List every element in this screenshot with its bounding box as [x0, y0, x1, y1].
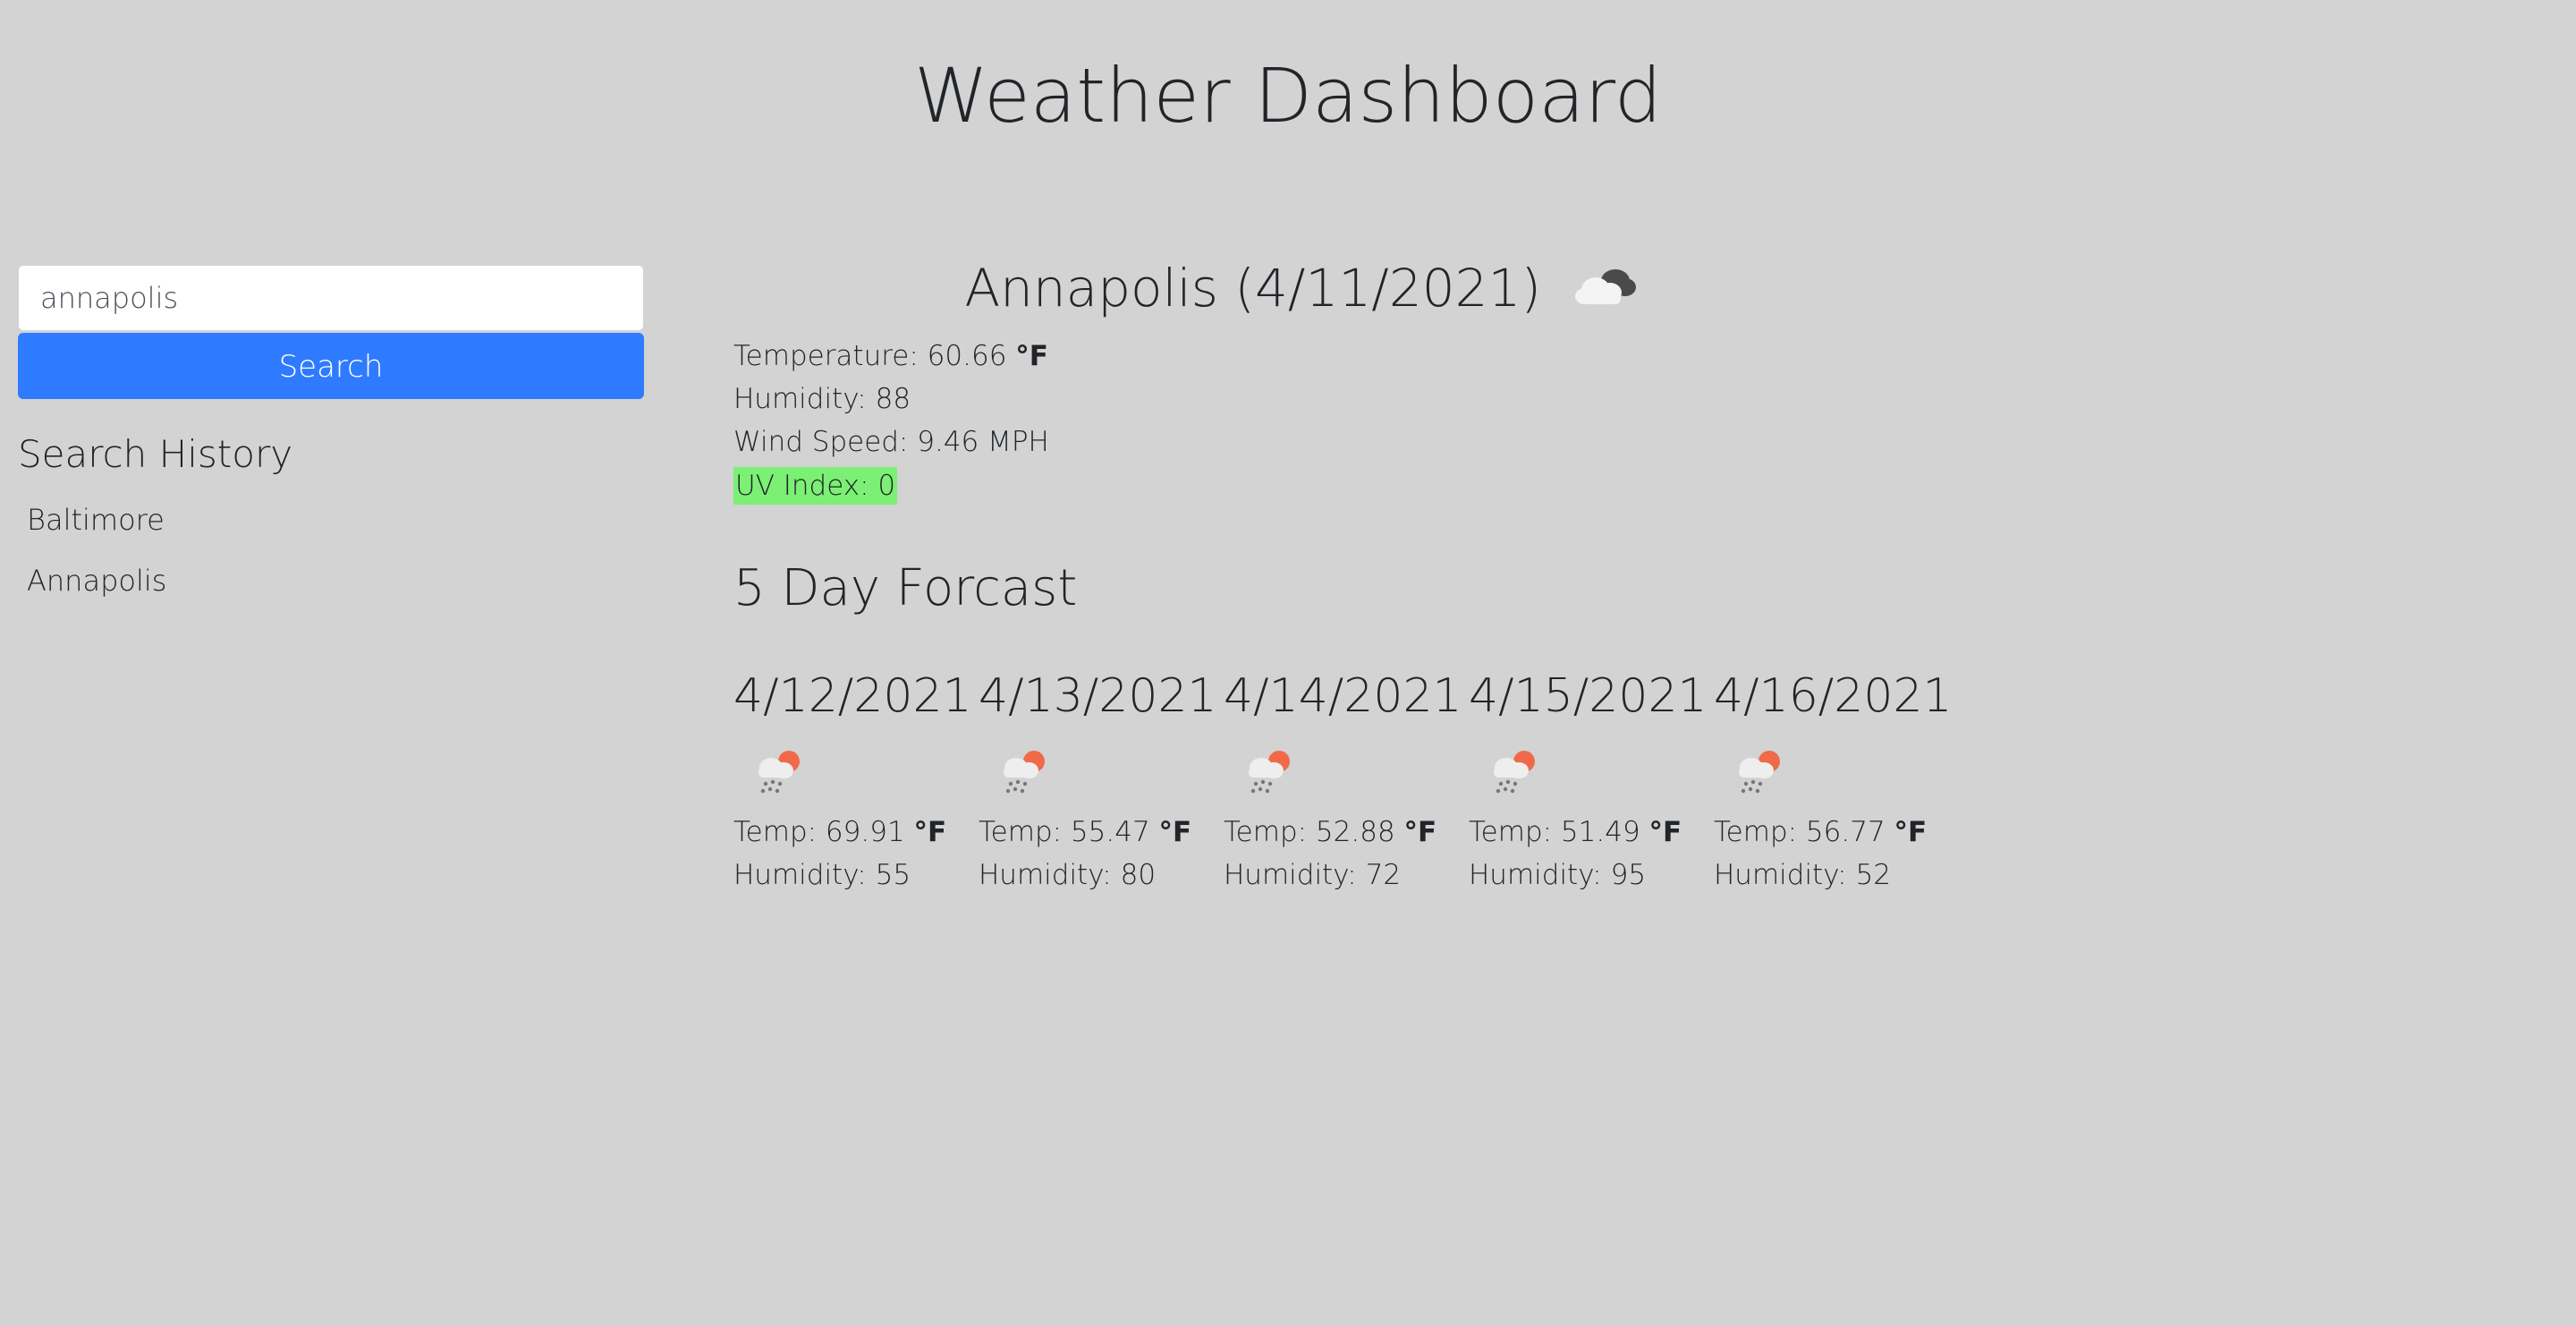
rain-sun-icon: [996, 748, 1224, 802]
forecast-day-card: 4/13/2021 Temp: 55.47 °F Humidity: 80: [979, 664, 1224, 897]
current-weather-heading: Annapolis (4/11/2021): [733, 252, 1869, 327]
sidebar: Search Search History Baltimore Annapoli…: [18, 265, 644, 619]
current-temperature-value: Temperature: 60.66: [733, 340, 1007, 372]
temperature-unit: °F: [1894, 816, 1928, 848]
search-history-item[interactable]: Annapolis: [18, 558, 644, 603]
forecast-date: 4/14/2021: [1224, 669, 1462, 723]
forecast-temp: Temp: 51.49 °F: [1469, 811, 1714, 854]
search-history-title: Search History: [18, 432, 293, 476]
temperature-unit: °F: [1648, 816, 1682, 848]
forecast-day-card: 4/12/2021 Temp: 69.91 °F Humidity: 55: [733, 664, 979, 897]
temperature-unit: °F: [1015, 340, 1048, 372]
forecast-temp: Temp: 69.91 °F: [733, 811, 979, 854]
current-wind-speed: Wind Speed: 9.46 MPH: [733, 426, 1049, 458]
current-temperature: Temperature: 60.66 °F: [733, 335, 1869, 378]
forecast-day-card: 4/15/2021 Temp: 51.49 °F Humidity: 95: [1469, 664, 1714, 897]
forecast-temp-value: Temp: 55.47: [979, 816, 1150, 848]
current-city-date: Annapolis (4/11/2021): [964, 258, 1542, 319]
forecast-title: 5 Day Forcast: [733, 559, 1078, 617]
forecast-day-card: 4/14/2021 Temp: 52.88 °F Humidity: 72: [1224, 664, 1469, 897]
page-title: Weather Dashboard: [913, 52, 1663, 140]
forecast-temp-value: Temp: 52.88: [1224, 816, 1395, 848]
search-history-item[interactable]: Baltimore: [18, 497, 644, 542]
forecast-date: 4/16/2021: [1714, 669, 1953, 723]
forecast-temp: Temp: 52.88 °F: [1224, 811, 1469, 854]
search-button[interactable]: Search: [18, 333, 644, 399]
forecast-temp-value: Temp: 69.91: [733, 816, 905, 848]
forecast-list: 4/12/2021 Temp: 69.91 °F Humidity: 55 4/…: [733, 664, 1959, 897]
temperature-unit: °F: [913, 816, 947, 848]
rain-sun-icon: [1241, 748, 1469, 802]
weather-dashboard-page: Weather Dashboard Search Search History …: [0, 0, 2576, 1326]
forecast-day-card: 4/16/2021 Temp: 56.77 °F Humidity: 52: [1714, 664, 1959, 897]
rain-sun-icon: [751, 748, 979, 802]
forecast-date: 4/15/2021: [1469, 669, 1707, 723]
uv-index-badge: UV Index: 0: [733, 467, 898, 505]
temperature-unit: °F: [1403, 816, 1437, 848]
forecast-temp: Temp: 56.77 °F: [1714, 811, 1959, 854]
forecast-temp-value: Temp: 51.49: [1469, 816, 1640, 848]
forecast-humidity: Humidity: 55: [733, 859, 911, 891]
forecast-humidity: Humidity: 95: [1469, 859, 1647, 891]
forecast-humidity: Humidity: 52: [1714, 859, 1892, 891]
city-search-input[interactable]: [18, 265, 644, 331]
forecast-temp: Temp: 55.47 °F: [979, 811, 1224, 854]
current-weather: Annapolis (4/11/2021) Temperature: 60.66…: [733, 252, 1869, 507]
rain-sun-icon: [1487, 748, 1714, 802]
forecast-date: 4/13/2021: [979, 669, 1217, 723]
forecast-date: 4/12/2021: [733, 669, 972, 723]
forecast-humidity: Humidity: 80: [979, 859, 1157, 891]
rain-sun-icon: [1732, 748, 1959, 802]
forecast-temp-value: Temp: 56.77: [1714, 816, 1885, 848]
search-history-list: Baltimore Annapolis: [18, 497, 644, 603]
current-humidity: Humidity: 88: [733, 383, 911, 415]
cloudy-icon: [1571, 256, 1639, 327]
forecast-humidity: Humidity: 72: [1224, 859, 1402, 891]
temperature-unit: °F: [1158, 816, 1192, 848]
